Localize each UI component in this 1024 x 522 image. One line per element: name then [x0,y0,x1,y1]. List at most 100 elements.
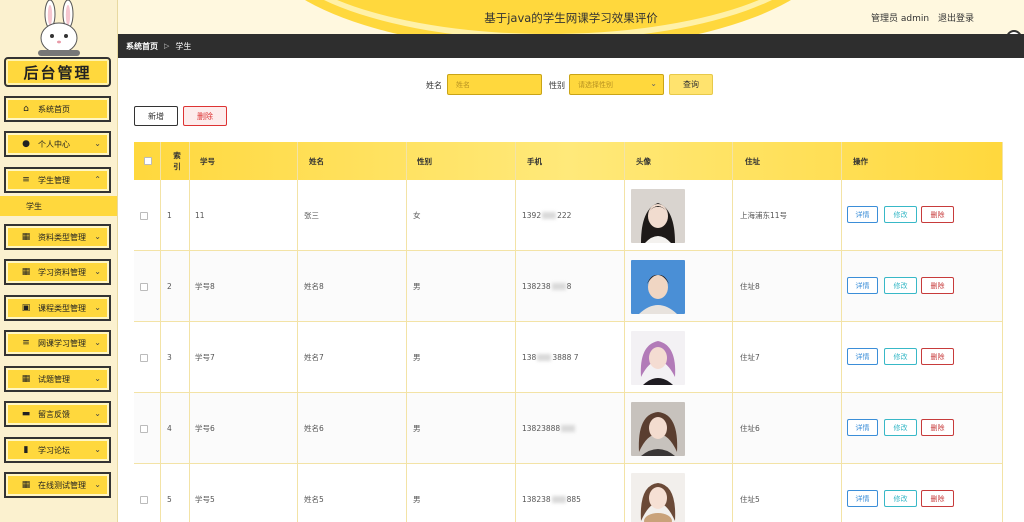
sidebar-item-student-management[interactable]: ≡ 学生管理 ⌃ [4,167,111,193]
table-header: 索引 学号 姓名 性别 手机 头像 住址 操作 [134,142,1003,180]
sidebar-item-label: 网课学习管理 [38,338,86,348]
current-user-label: 管理员 admin [871,14,930,24]
cell-gender: 女 [413,211,421,220]
name-search-input[interactable]: 姓名 [447,74,542,95]
avatar [631,472,685,522]
column-header-phone: 手机 [527,156,542,166]
row-checkbox[interactable] [140,251,148,322]
top-header: 基于java的学生网课学习效果评价 管理员 admin 退出登录 [118,0,1024,34]
cell-avatar [631,393,685,464]
delete-button[interactable]: 删除 [921,419,954,436]
batch-delete-button[interactable]: 删除 [183,106,227,126]
sidebar-item-label: 个人中心 [38,139,70,149]
row-checkbox[interactable] [140,464,148,522]
cell-gender: 男 [413,495,421,504]
sidebar-item-label: 资料类型管理 [38,232,86,242]
delete-button[interactable]: 删除 [921,348,954,365]
sidebar-item-course-type[interactable]: ▣ 课程类型管理 ⌄ [4,295,111,321]
sidebar-item-forum[interactable]: ▮ 学习论坛 ⌄ [4,437,111,463]
sidebar-item-questions[interactable]: ▦ 试题管理 ⌄ [4,366,111,392]
gender-select[interactable]: 请选择性别 ⌄ [569,74,664,95]
column-divider [189,142,190,522]
grid-icon: ▦ [21,232,31,242]
table-row: 1 11 张三 女 1392 222 上海浦东11号 详情 修改 删除 [134,180,1003,251]
sidebar-item-label: 学习论坛 [38,445,70,455]
gender-label: 性别 [549,81,565,90]
column-divider [297,142,298,522]
sidebar-item-material-type[interactable]: ▦ 资料类型管理 ⌄ [4,224,111,250]
edit-button[interactable]: 修改 [884,490,917,507]
breadcrumb-separator-icon: ▷ [164,42,170,50]
row-checkbox[interactable] [140,322,148,393]
cell-name: 姓名6 [304,424,324,433]
cell-address: 上海浦东11号 [740,211,788,220]
chevron-down-icon: ⌄ [94,445,101,454]
edit-button[interactable]: 修改 [884,419,917,436]
row-checkbox[interactable] [140,393,148,464]
detail-button[interactable]: 详情 [847,206,878,223]
cell-index: 5 [167,495,172,504]
cell-student-no: 学号6 [195,424,215,433]
list-icon: ≡ [22,338,30,348]
cell-student-no: 学号8 [195,282,215,291]
edit-button[interactable]: 修改 [884,277,917,294]
sidebar-item-profile[interactable]: ● 个人中心 ⌄ [4,131,111,157]
delete-button[interactable]: 删除 [921,277,954,294]
column-header-name: 姓名 [309,156,324,166]
grid-icon: ▦ [21,267,31,277]
column-header-student-no: 学号 [200,156,215,166]
phone-prefix: 1392 [522,211,542,220]
column-header-gender: 性别 [417,156,432,166]
home-icon: ⌂ [23,104,29,114]
edit-button[interactable]: 修改 [884,348,917,365]
cell-avatar [631,251,685,322]
sidebar-item-feedback[interactable]: ▬ 留言反馈 ⌄ [4,401,111,427]
row-checkbox[interactable] [140,180,148,251]
table-row: 2 学号8 姓名8 男 138238 8 住址8 详情 修改 删除 [134,251,1003,322]
delete-button[interactable]: 删除 [921,490,954,507]
cell-index: 2 [167,282,172,291]
phone-prefix: 138238 [522,282,551,291]
phone-prefix: 138238 [522,495,551,504]
breadcrumb: 系统首页 ▷ 学生 [118,34,1024,58]
cell-name: 姓名8 [304,282,324,291]
sidebar-item-online-course[interactable]: ≡ 网课学习管理 ⌄ [4,330,111,356]
edit-button[interactable]: 修改 [884,206,917,223]
query-button[interactable]: 查询 [669,74,713,95]
cell-address: 住址7 [740,353,760,362]
detail-button[interactable]: 详情 [847,277,878,294]
logout-link[interactable]: 退出登录 [938,14,974,24]
column-divider [1002,142,1003,522]
sidebar-item-label: 学习资料管理 [38,267,86,277]
select-all-checkbox[interactable] [144,142,152,180]
user-icon: ● [22,139,30,149]
phone-suffix: 222 [557,211,572,220]
chevron-down-icon: ⌄ [94,303,101,312]
chevron-down-icon: ⌄ [94,267,101,276]
chevron-down-icon: ⌄ [94,139,101,148]
bar-chart-icon: ▮ [23,445,29,455]
sidebar-item-home[interactable]: ⌂ 系统首页 [4,96,111,122]
grid-icon: ▦ [21,374,31,384]
add-button[interactable]: 新增 [134,106,178,126]
cell-address: 住址5 [740,495,760,504]
detail-button[interactable]: 详情 [847,490,878,507]
chevron-down-icon: ⌄ [94,374,101,383]
breadcrumb-home[interactable]: 系统首页 [126,41,158,52]
sidebar-item-study-material[interactable]: ▦ 学习资料管理 ⌄ [4,259,111,285]
breadcrumb-current: 学生 [175,41,192,51]
sidebar-item-label: 系统首页 [38,104,70,114]
cell-phone: 138238 8 [522,251,571,322]
sidebar-item-label: 在线测试管理 [38,480,86,490]
sidebar-subitem-student[interactable]: 学生 [0,196,117,216]
cell-student-no: 学号5 [195,495,215,504]
detail-button[interactable]: 详情 [847,419,878,436]
detail-button[interactable]: 详情 [847,348,878,365]
sidebar-item-online-test[interactable]: ▦ 在线测试管理 ⌄ [4,472,111,498]
column-divider [515,142,516,522]
delete-button[interactable]: 删除 [921,206,954,223]
cell-address: 住址8 [740,282,760,291]
avatar [631,330,685,385]
cell-name: 张三 [304,211,319,220]
sidebar-item-label: 留言反馈 [38,409,70,419]
